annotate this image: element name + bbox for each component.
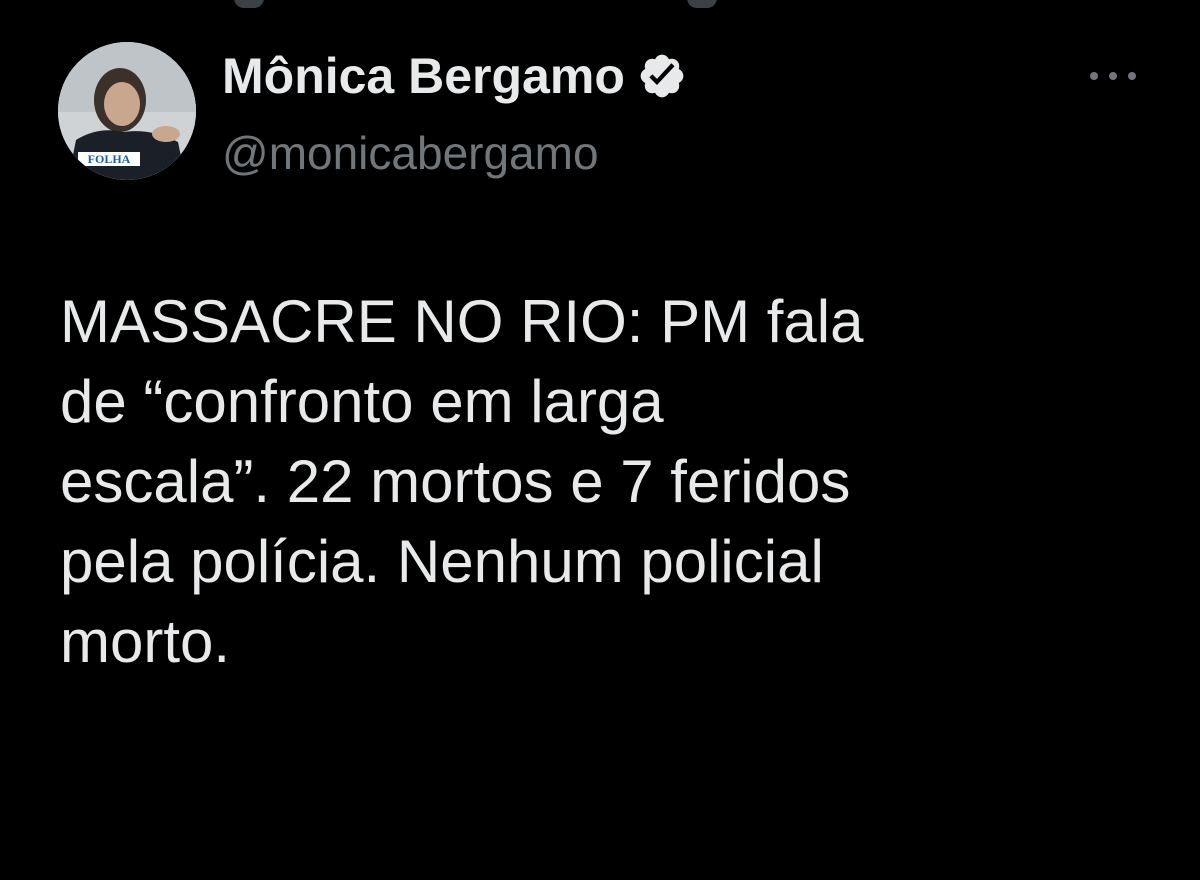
display-name[interactable]: Mônica Bergamo (222, 47, 625, 105)
more-horizontal-icon (1090, 72, 1098, 80)
top-toolbar-fragment (0, 0, 1200, 14)
author-handle[interactable]: @monicabergamo (222, 126, 599, 180)
action-icon (234, 0, 264, 8)
avatar-badge-text: FOLHA (88, 152, 131, 166)
avatar[interactable]: FOLHA (58, 42, 196, 180)
tweet-card[interactable]: FOLHA Mônica Bergamo @monicabergamo MASS… (0, 0, 1200, 880)
action-icon (687, 0, 717, 8)
verified-badge-icon (637, 51, 687, 101)
tweet-text: MASSACRE NO RIO: PM fala de “confronto e… (60, 288, 864, 675)
more-horizontal-icon (1109, 72, 1117, 80)
more-horizontal-icon (1128, 72, 1136, 80)
author-name-row[interactable]: Mônica Bergamo (222, 44, 687, 108)
more-options-button[interactable] (1090, 62, 1136, 90)
